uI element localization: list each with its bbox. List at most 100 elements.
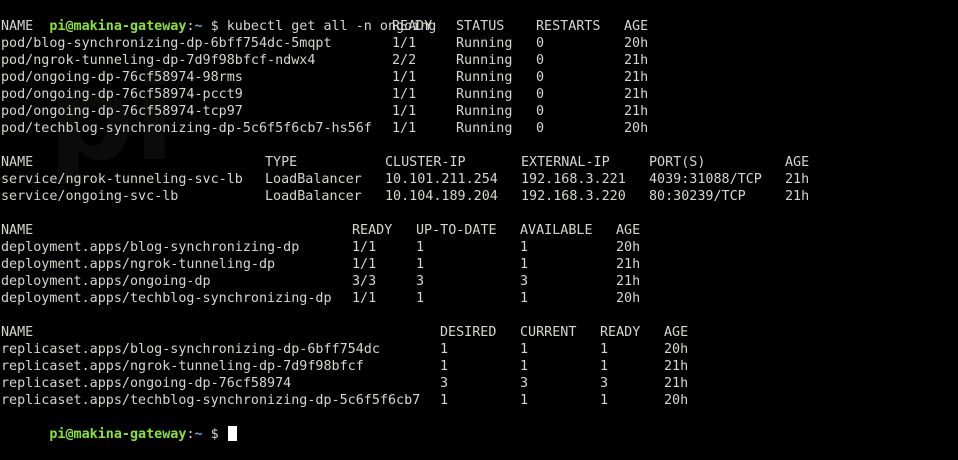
replicasets-row: replicaset.apps/ongoing-dp-76cf58974 3 3 3 2… [1,375,958,392]
cell-up-to-date: 1 [416,291,425,306]
deployments-row: deployment.apps/techblog-synchronizing-d… [1,290,958,307]
replicasets-row: replicaset.apps/blog-synchronizing-dp-6b… [1,341,958,358]
deployments-row: deployment.apps/blog-synchronizing-dp 1/1… [1,239,958,256]
cell-age: 21h [616,257,641,272]
cell-available: 3 [520,274,529,289]
cell-ready: 1/1 [392,36,417,51]
cell-ports: 4039:31088/TCP [649,172,762,187]
header-available: AVAILABLE [520,223,593,238]
cell-status: Running [456,121,513,136]
header-age: AGE [785,155,810,170]
cell-restarts: 0 [536,104,545,119]
pods-row: pod/blog-synchronizing-dp-6bff754dc-5mqp… [1,35,958,52]
cell-ready: 1 [600,342,609,357]
cell-age: 21h [664,359,689,374]
cell-age: 21h [624,70,649,85]
pods-header-row: NAME READY STATUS RESTARTS AGE [1,18,958,35]
cell-restarts: 0 [536,53,545,68]
cell-restarts: 0 [536,87,545,102]
header-ready: READY [392,19,433,34]
cell-name: pod/ongoing-dp-76cf58974-98rms [1,70,243,85]
cell-name: deployment.apps/blog-synchronizing-dp [1,240,300,255]
cell-restarts: 0 [536,121,545,136]
deployments-table: NAME READY UP-TO-DATE AVAILABLE AGE deploymen… [1,222,958,307]
cell-status: Running [456,70,513,85]
replicasets-row: replicaset.apps/ngrok-tunneling-dp-7d9f9… [1,358,958,375]
header-age: AGE [616,223,641,238]
cell-restarts: 0 [536,70,545,85]
cell-ready: 1 [600,359,609,374]
cell-current: 1 [520,393,529,408]
pods-table: NAME READY STATUS RESTARTS AGE pod/blog-synch… [1,18,958,137]
terminal-output: pi@makina-gateway:~ $ kubectl get all -n… [1,1,958,442]
cell-up-to-date: 3 [416,274,425,289]
cell-name: deployment.apps/ongoing-dp [1,274,211,289]
header-age: AGE [664,325,689,340]
cell-ports: 80:30239/TCP [649,189,746,204]
cell-name: pod/ongoing-dp-76cf58974-pcct9 [1,87,243,102]
header-name: NAME [1,155,34,170]
cell-age: 20h [624,121,649,136]
cell-age: 20h [616,291,641,306]
replicasets-table: NAME DESIRED CURRENT READY AGE replicaset.app… [1,324,958,409]
header-ports: PORT(S) [649,155,706,170]
cell-available: 1 [520,257,529,272]
header-name: NAME [1,19,34,34]
cell-age: 21h [785,189,810,204]
pods-row: pod/ongoing-dp-76cf58974-tcp97 1/1 Running… [1,103,958,120]
services-row: service/ongoing-svc-lb LoadBalancer 10.104… [1,188,958,205]
cell-cluster-ip: 10.104.189.204 [385,189,498,204]
header-up-to-date: UP-TO-DATE [416,223,497,238]
cell-age: 21h [785,172,810,187]
header-status: STATUS [456,19,505,34]
cell-age: 21h [664,376,689,391]
active-prompt-line[interactable]: pi@makina-gateway:~ $ [1,409,958,442]
cell-age: 20h [664,342,689,357]
terminal-window[interactable]: pi pi@makina-gateway:~ $ kubectl get all… [0,0,958,442]
cell-up-to-date: 1 [416,240,425,255]
cell-name: service/ongoing-svc-lb [1,189,179,204]
header-type: TYPE [265,155,298,170]
cell-status: Running [456,53,513,68]
cell-name: service/ngrok-tunneling-svc-lb [1,172,243,187]
pods-row: pod/ongoing-dp-76cf58974-98rms 1/1 Running… [1,69,958,86]
cell-available: 1 [520,240,529,255]
pods-row: pod/techblog-synchronizing-dp-5c6f5f6cb7… [1,120,958,137]
cell-external-ip: 192.168.3.220 [521,189,626,204]
cell-type: LoadBalancer [265,172,362,187]
cell-current: 3 [520,376,529,391]
header-restarts: RESTARTS [536,19,601,34]
cell-available: 1 [520,291,529,306]
header-name: NAME [1,325,34,340]
cell-ready: 1 [600,393,609,408]
command-line: pi@makina-gateway:~ $ kubectl get all -n… [1,1,958,34]
cell-name: replicaset.apps/ongoing-dp-76cf58974 [1,376,292,391]
cell-ready: 3 [600,376,609,391]
prompt-user-host: pi@makina-gateway [49,427,187,442]
cell-restarts: 0 [536,36,545,51]
services-row: service/ngrok-tunneling-svc-lb LoadBalanc… [1,171,958,188]
header-external-ip: EXTERNAL-IP [521,155,610,170]
cell-name: pod/ngrok-tunneling-dp-7d9f98bfcf-ndwx4 [1,53,316,68]
cell-age: 21h [624,104,649,119]
deployments-row: deployment.apps/ngrok-tunneling-dp 1/1 1 1 2… [1,256,958,273]
cell-name: replicaset.apps/ngrok-tunneling-dp-7d9f9… [1,359,364,374]
header-ready: READY [600,325,641,340]
cell-name: replicaset.apps/blog-synchronizing-dp-6b… [1,342,380,357]
deployments-header-row: NAME READY UP-TO-DATE AVAILABLE AGE [1,222,958,239]
prompt-path: ~ [194,427,203,442]
cell-up-to-date: 1 [416,257,425,272]
cell-name: pod/techblog-synchronizing-dp-5c6f5f6cb7… [1,121,372,136]
cell-age: 21h [616,274,641,289]
header-age: AGE [624,19,649,34]
cell-name: replicaset.apps/techblog-synchronizing-d… [1,393,421,408]
services-table: NAME TYPE CLUSTER-IP EXTERNAL-IP PORT(S) AGE s… [1,154,958,205]
deployments-row: deployment.apps/ongoing-dp 3/3 3 3 21h [1,273,958,290]
cell-current: 1 [520,359,529,374]
cell-age: 20h [616,240,641,255]
cell-ready: 1/1 [352,240,377,255]
replicasets-header-row: NAME DESIRED CURRENT READY AGE [1,324,958,341]
